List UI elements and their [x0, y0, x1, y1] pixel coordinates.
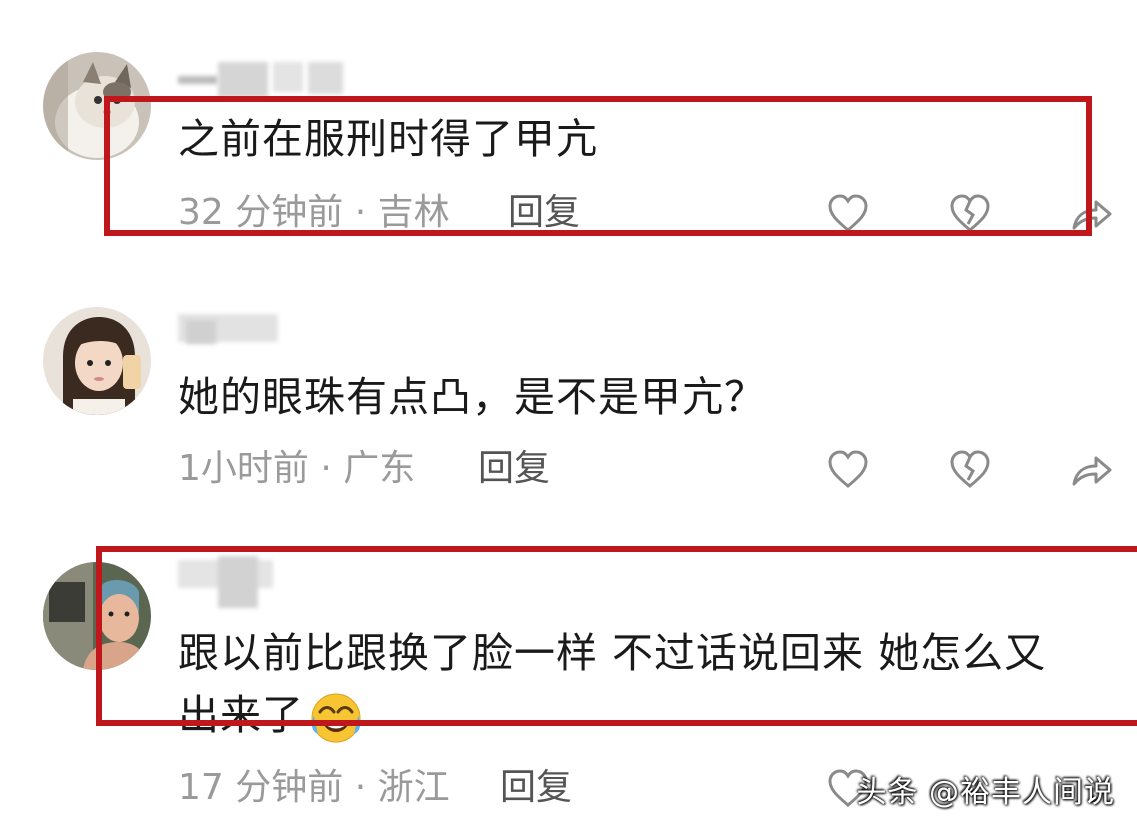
reply-button[interactable]: 回复 — [478, 444, 550, 494]
avatar-woman[interactable] — [43, 562, 151, 670]
time-location: 17 分钟前 · 浙江 — [178, 767, 450, 808]
laughing-crying-emoji — [311, 693, 361, 743]
avatar-cat[interactable] — [43, 52, 151, 160]
reply-button[interactable]: 回复 — [500, 763, 572, 813]
comment-text: 她的眼珠有点凸，是不是甲亢？ — [178, 373, 766, 421]
reply-button[interactable]: 回复 — [508, 188, 580, 238]
comment-meta: 32 分钟前 · 吉林 回复 — [178, 188, 1118, 238]
broken-heart-icon[interactable] — [948, 448, 992, 492]
username-blurred[interactable] — [178, 556, 278, 608]
comment-text: 之前在服刑时得了甲亢 — [178, 115, 598, 163]
time-location: 32 分钟前 · 吉林 — [178, 192, 450, 233]
username-blurred[interactable] — [178, 62, 348, 98]
time-location: 1小时前 · 广东 — [178, 448, 416, 489]
heart-icon[interactable] — [826, 448, 870, 492]
avatar-girl[interactable] — [43, 307, 151, 415]
comment-text-line-2-text: 出来了 — [178, 691, 304, 739]
heart-icon[interactable] — [826, 192, 870, 236]
broken-heart-icon[interactable] — [948, 192, 992, 236]
comment-meta: 1小时前 · 广东 回复 — [178, 444, 1118, 494]
comment-2: 她的眼珠有点凸，是不是甲亢？ 1小时前 · 广东 回复 — [0, 260, 1137, 520]
comment-text-line-2: 出来了 — [178, 684, 364, 746]
share-arrow-icon[interactable] — [1070, 448, 1114, 492]
comment-1: 之前在服刑时得了甲亢 32 分钟前 · 吉林 回复 — [0, 0, 1137, 260]
username-blurred[interactable] — [178, 310, 288, 346]
comment-text-line-1: 跟以前比跟换了脸一样 不过话说回来 她怎么又 — [178, 629, 1047, 677]
share-arrow-icon[interactable] — [1070, 192, 1114, 236]
watermark: 头条 @裕丰人间说 — [856, 775, 1115, 810]
